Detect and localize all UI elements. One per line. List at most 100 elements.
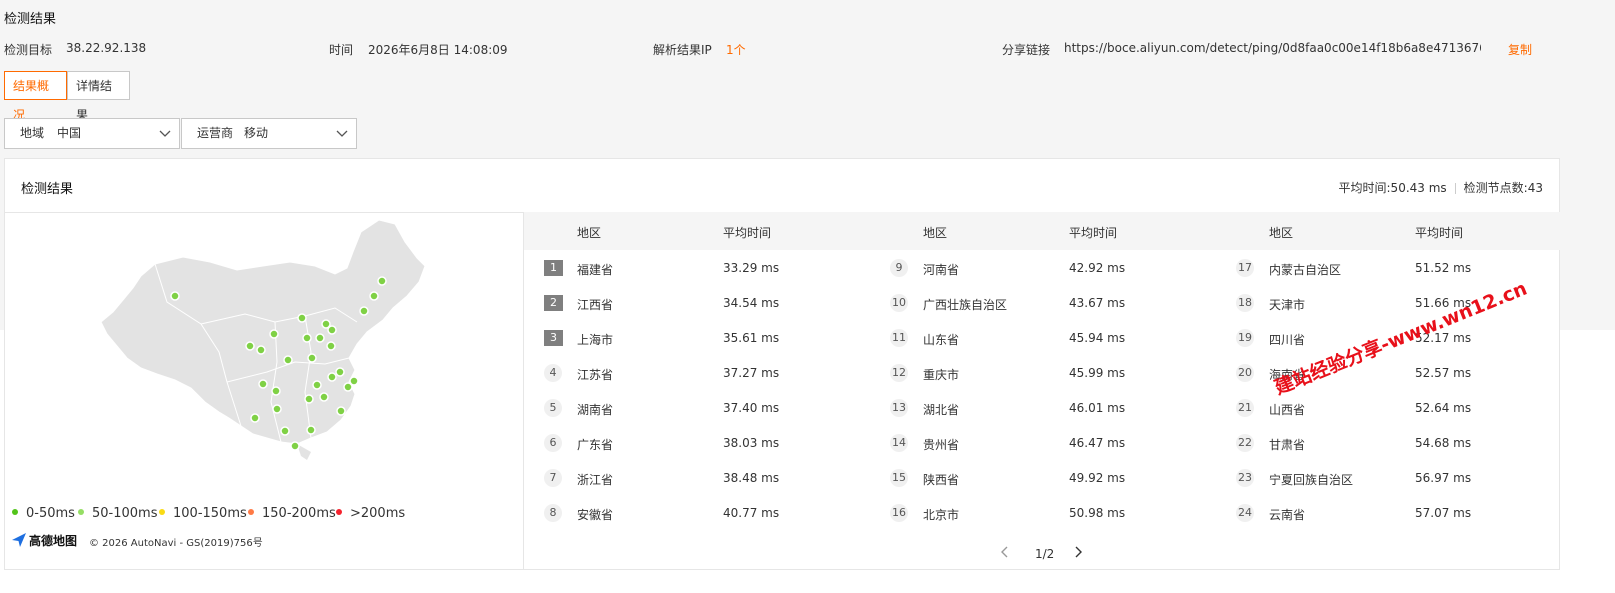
legend-dot-0-50: [12, 509, 18, 515]
legend-label-200: >200ms: [350, 506, 406, 521]
rank-badge: 7: [544, 469, 562, 487]
col-header-avg: 平均时间: [723, 226, 772, 240]
legend-dot-150-200: [248, 509, 254, 515]
legend-dot-50-100: [78, 509, 84, 515]
share-link[interactable]: https://boce.aliyun.com/detect/ping/0d8f…: [1064, 41, 1481, 55]
avg-time-cell: 50.98 ms: [1069, 506, 1126, 520]
copy-button[interactable]: 复制: [1508, 41, 1532, 58]
avg-time-cell: 46.01 ms: [1069, 401, 1126, 415]
legend-dot-200: [336, 509, 342, 515]
region-cell: 贵州省: [923, 438, 960, 452]
region-cell: 湖北省: [923, 403, 960, 417]
isp-select[interactable]: 运营商 移动: [181, 118, 357, 149]
region-cell: 广西壮族自治区: [923, 298, 1008, 312]
avg-time-cell: 56.97 ms: [1415, 471, 1472, 485]
avg-time-cell: 33.29 ms: [723, 261, 780, 275]
avg-time-cell: 37.40 ms: [723, 401, 780, 415]
region-cell: 江西省: [577, 298, 614, 312]
ip-count-link[interactable]: 1个: [726, 41, 746, 58]
time-label: 时间: [329, 43, 354, 57]
region-cell: 甘肃省: [1269, 438, 1306, 452]
map-brand: 高德地图: [29, 534, 78, 548]
region-cell: 广东省: [577, 438, 614, 452]
rank-badge: 20: [1236, 364, 1254, 382]
tab-overview[interactable]: 结果概况: [4, 71, 67, 122]
map-copyright: © 2026 AutoNavi - GS(2019)756号: [89, 538, 263, 549]
region-select[interactable]: 地域 中国: [4, 118, 180, 149]
rank-badge: 22: [1236, 434, 1254, 452]
tab-details[interactable]: 详情结果: [67, 71, 130, 122]
region-cell: 北京市: [923, 508, 960, 522]
share-label: 分享链接: [1002, 43, 1051, 57]
col-header-region: 地区: [577, 226, 602, 240]
avg-time-cell: 38.48 ms: [723, 471, 780, 485]
rank-badge: 11: [890, 329, 908, 347]
avg-time-cell: 40.77 ms: [723, 506, 780, 520]
time-value: 2026年6月8日 14:08:09: [368, 43, 508, 57]
rank-badge: 8: [544, 504, 562, 522]
legend-dot-100-150: [159, 509, 165, 515]
card-header: 检测结果 平均时间:50.43 ms 检测节点数:43: [5, 159, 1559, 213]
node-count-stat: 检测节点数:43: [1463, 181, 1543, 195]
avg-time-cell: 38.03 ms: [723, 436, 780, 450]
stat-divider: [1454, 183, 1456, 194]
avg-time-cell: 46.47 ms: [1069, 436, 1126, 450]
rank-badge: 13: [890, 399, 908, 417]
map-panel: 0-50ms 50-100ms 100-150ms 150-200ms >200…: [5, 212, 524, 570]
chevron-down-icon: [336, 130, 348, 137]
col-header-avg: 平均时间: [1415, 226, 1464, 240]
avg-time-cell: 49.92 ms: [1069, 471, 1126, 485]
region-cell: 重庆市: [923, 368, 960, 382]
avg-time-cell: 35.61 ms: [723, 331, 780, 345]
card-stats: 平均时间:50.43 ms 检测节点数:43: [1339, 179, 1543, 196]
region-cell: 河南省: [923, 263, 960, 277]
col-header-region: 地区: [923, 226, 948, 240]
rank-badge: 4: [544, 364, 562, 382]
rank-badge: 3: [544, 330, 563, 346]
target-value: 38.22.92.138: [66, 41, 147, 55]
rank-badge: 16: [890, 504, 908, 522]
page-indicator: 1/2: [1035, 547, 1055, 561]
target-label: 检测目标: [4, 43, 53, 57]
avg-time-cell: 51.52 ms: [1415, 261, 1472, 275]
region-cell: 山东省: [923, 333, 960, 347]
prev-page-icon[interactable]: [999, 545, 1011, 559]
page-title: 检测结果: [4, 12, 57, 27]
amap-logo-icon: [12, 533, 26, 547]
region-cell: 陕西省: [923, 473, 960, 487]
rank-badge: 24: [1236, 504, 1254, 522]
region-cell: 福建省: [577, 263, 614, 277]
region-select-value: 中国: [57, 126, 82, 140]
rank-badge: 1: [544, 260, 563, 276]
region-cell: 浙江省: [577, 473, 614, 487]
avg-time-cell: 54.68 ms: [1415, 436, 1472, 450]
region-cell: 宁夏回族自治区: [1269, 473, 1354, 487]
avg-time-cell: 34.54 ms: [723, 296, 780, 310]
col-header-region: 地区: [1269, 226, 1294, 240]
map-land: [100, 219, 426, 445]
avg-time-cell: 43.67 ms: [1069, 296, 1126, 310]
rank-badge: 15: [890, 469, 908, 487]
avg-time-cell: 42.92 ms: [1069, 261, 1126, 275]
legend-label-50-100: 50-100ms: [92, 506, 158, 521]
rank-badge: 18: [1236, 294, 1254, 312]
rank-badge: 5: [544, 399, 562, 417]
legend-label-150-200: 150-200ms: [262, 506, 336, 521]
region-cell: 上海市: [577, 333, 614, 347]
isp-select-value: 移动: [244, 126, 269, 140]
card-title: 检测结果: [21, 182, 74, 197]
china-map[interactable]: [5, 212, 523, 512]
avg-time-stat: 平均时间:50.43 ms: [1338, 181, 1447, 195]
region-cell: 四川省: [1269, 333, 1306, 347]
region-cell: 云南省: [1269, 508, 1306, 522]
region-cell: 湖南省: [577, 403, 614, 417]
rank-badge: 12: [890, 364, 908, 382]
next-page-icon[interactable]: [1072, 545, 1084, 559]
rank-badge: 17: [1236, 259, 1254, 277]
isp-select-label: 运营商: [197, 126, 234, 140]
rank-badge: 23: [1236, 469, 1254, 487]
legend-label-0-50: 0-50ms: [26, 506, 75, 521]
avg-time-cell: 45.94 ms: [1069, 331, 1126, 345]
avg-time-cell: 57.07 ms: [1415, 506, 1472, 520]
region-cell: 江苏省: [577, 368, 614, 382]
